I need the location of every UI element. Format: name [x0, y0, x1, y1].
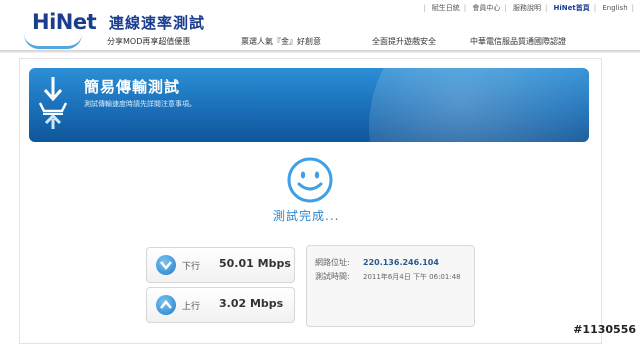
- header: HiNet 連線速率測試 | 賦生日統 | 會員中心 | 服務說明 | HiNet首頁…: [0, 0, 640, 56]
- toplink-0[interactable]: 賦生日統: [430, 4, 462, 12]
- time-row: 測試時間: 2011年6月4日 下午 06:01:48: [315, 271, 461, 282]
- nav-divider: [0, 50, 640, 53]
- ip-value: 220.136.246.104: [363, 258, 439, 267]
- smile-icon: [287, 157, 333, 203]
- nav-item-0[interactable]: 分享MOD再享超值優惠: [107, 36, 190, 47]
- banner-title: 簡易傳輸測試: [84, 78, 181, 96]
- top-links: | 賦生日統 | 會員中心 | 服務說明 | HiNet首頁 | English |: [423, 4, 634, 12]
- globe-graphic: [369, 68, 589, 142]
- toplink-4[interactable]: English: [600, 4, 629, 12]
- toplink-2[interactable]: 服務說明: [511, 4, 543, 12]
- toplink-1[interactable]: 會員中心: [470, 4, 502, 12]
- time-label: 測試時間:: [315, 272, 350, 281]
- promo-nav: 分享MOD再享超值優惠 票選人氣『金』好創意 全面提升遊戲安全 中華電信服品質通…: [0, 35, 640, 50]
- ip-row: 網路位址: 220.136.246.104: [315, 257, 439, 268]
- up-arrow-icon: [156, 295, 176, 315]
- download-value: 50.01 Mbps: [219, 257, 291, 270]
- download-result: 下行 50.01 Mbps: [146, 247, 295, 283]
- watermark-text: #1130556: [573, 323, 636, 336]
- site-title: 連線速率測試: [109, 14, 206, 32]
- download-label: 下行: [182, 262, 201, 272]
- ip-label: 網路位址:: [315, 258, 350, 267]
- nav-item-2[interactable]: 全面提升遊戲安全: [372, 36, 436, 47]
- down-arrow-icon: [156, 255, 176, 275]
- status-text: 測試完成...: [273, 209, 340, 223]
- download-tray-icon: [38, 77, 68, 129]
- test-info-box: 網路位址: 220.136.246.104 測試時間: 2011年6月4日 下午 0…: [306, 245, 475, 327]
- toplink-3[interactable]: HiNet首頁: [552, 4, 592, 12]
- nav-item-1[interactable]: 票選人氣『金』好創意: [241, 36, 321, 47]
- upload-label: 上行: [182, 302, 201, 312]
- banner-subtitle: 測試傳輸速度時請先詳閱注意事項。: [84, 100, 196, 108]
- time-value: 2011年6月4日 下午 06:01:48: [363, 273, 461, 281]
- upload-value: 3.02 Mbps: [219, 297, 284, 310]
- logo-text: HiNet: [32, 10, 97, 34]
- nav-item-3[interactable]: 中華電信服品質通國際認證: [470, 36, 566, 47]
- test-banner: 簡易傳輸測試 測試傳輸速度時請先詳閱注意事項。: [29, 68, 589, 142]
- upload-result: 上行 3.02 Mbps: [146, 287, 295, 323]
